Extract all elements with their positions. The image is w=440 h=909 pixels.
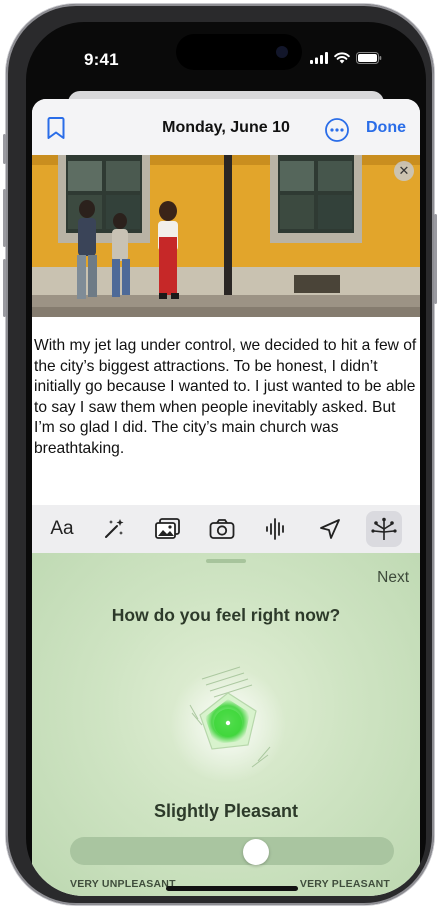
status-icons (310, 52, 382, 64)
action-button (3, 134, 6, 164)
front-camera (276, 46, 288, 58)
done-button[interactable]: Done (366, 119, 406, 137)
magic-wand-icon (105, 519, 124, 538)
next-button[interactable]: Next (377, 569, 409, 587)
slider-min-label: VERY UNPLEASANT (70, 878, 176, 890)
volume-down-button (3, 259, 6, 317)
remove-photo-button[interactable]: ✕ (394, 161, 414, 181)
home-indicator[interactable] (166, 886, 298, 891)
navigation-bar: Monday, June 10 Done (32, 99, 420, 155)
status-time: 9:41 (84, 50, 119, 69)
journal-entry-sheet: Monday, June 10 Done ✕ With my jet lag u… (32, 99, 420, 896)
mood-question: How do you feel right now? (111, 605, 341, 625)
close-icon: ✕ (398, 163, 410, 178)
power-button (434, 214, 437, 304)
entry-toolbar: Aa (32, 505, 420, 553)
more-options-button[interactable] (324, 117, 350, 143)
volume-up-button (3, 189, 6, 247)
entry-photo[interactable]: ✕ (32, 155, 420, 317)
entry-date-title: Monday, June 10 (162, 119, 290, 136)
text-format-icon: Aa (50, 518, 74, 539)
screen: 9:41 Monday, June 10 Done ✕ With my jet … (26, 22, 426, 896)
wifi-icon (334, 52, 350, 64)
camera-button[interactable] (204, 511, 240, 547)
location-icon (320, 519, 340, 539)
camera-icon (209, 519, 235, 539)
text-format-button[interactable]: Aa (44, 511, 80, 547)
magic-wand-button[interactable] (96, 511, 132, 547)
photo-library-button[interactable] (150, 511, 186, 547)
mood-state-label: Slightly Pleasant (153, 801, 299, 821)
battery-icon (356, 52, 382, 64)
cellular-signal-icon (310, 52, 328, 64)
location-button[interactable] (312, 511, 348, 547)
audio-waveform-icon (266, 518, 284, 540)
slider-max-label: VERY PLEASANT (299, 878, 390, 890)
state-of-mind-button[interactable] (366, 511, 402, 547)
street-scene-photo (32, 155, 420, 317)
mood-slider-thumb[interactable] (242, 839, 269, 865)
dynamic-island (176, 34, 302, 70)
phone-frame: 9:41 Monday, June 10 Done ✕ With my jet … (3, 4, 437, 905)
sheet-grabber[interactable] (206, 559, 246, 563)
audio-recording-button[interactable] (258, 511, 294, 547)
mood-flower-graphic (170, 666, 286, 783)
photo-library-icon (155, 518, 180, 539)
mood-slider-track[interactable] (70, 837, 394, 865)
journal-entry-text[interactable]: With my jet lag under control, we decide… (34, 336, 418, 460)
state-of-mind-icon (371, 517, 397, 540)
ellipsis-circle-icon (325, 118, 349, 142)
state-of-mind-panel: Next How do you feel right now? Slightly… (32, 553, 420, 896)
